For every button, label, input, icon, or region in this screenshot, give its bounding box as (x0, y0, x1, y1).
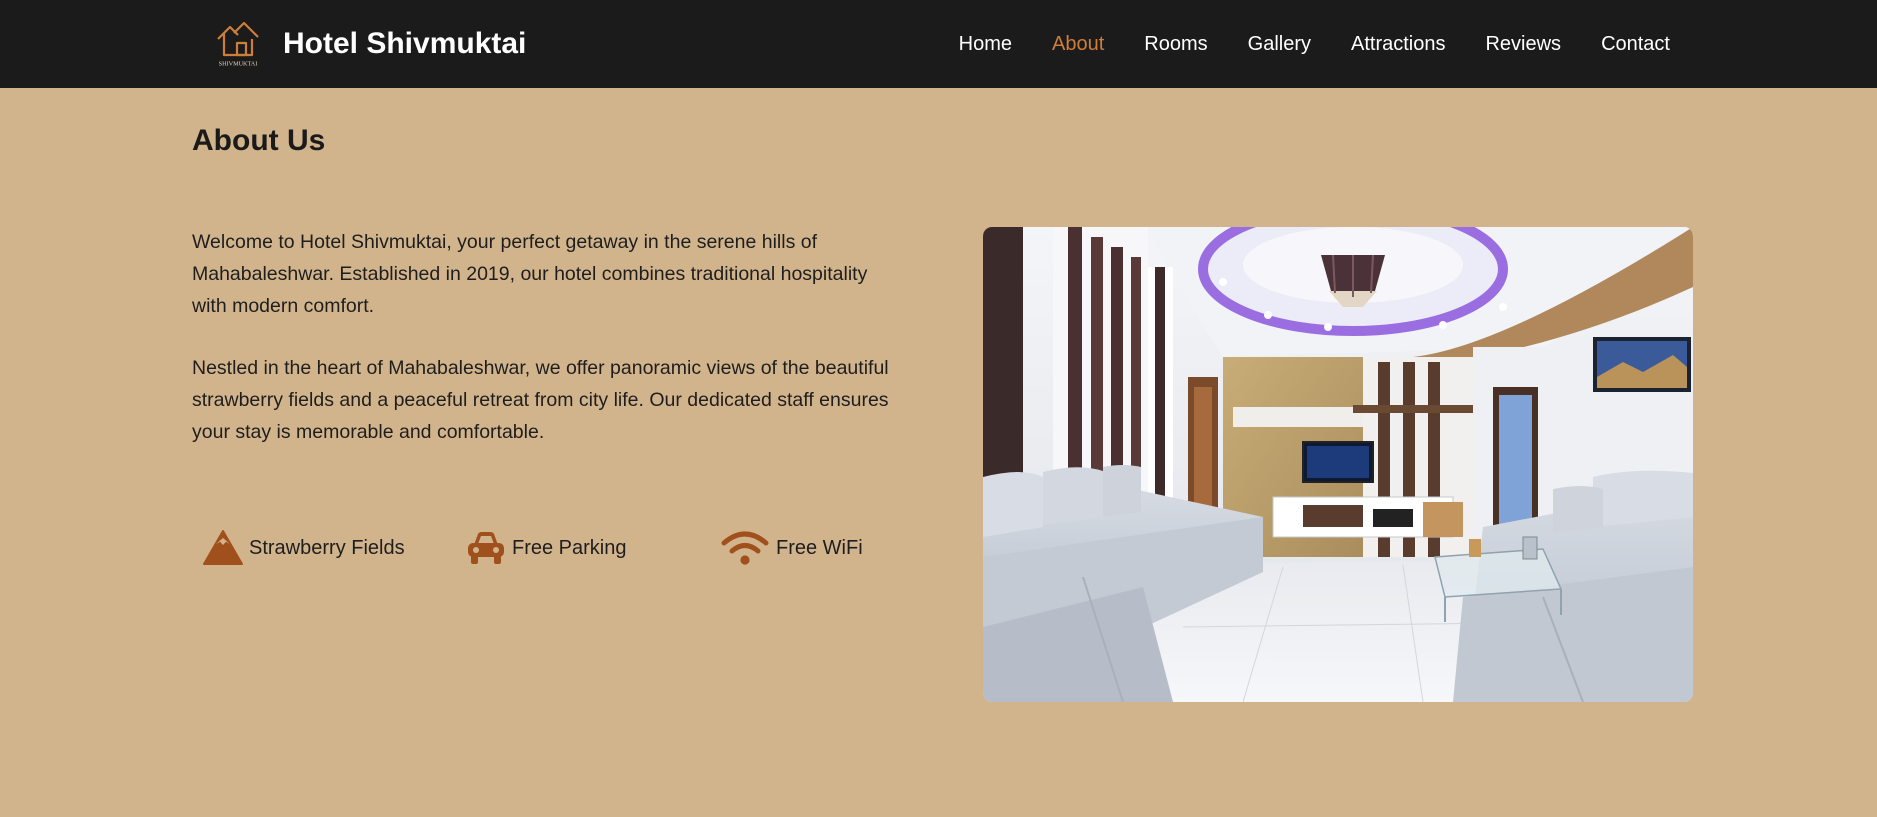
logo-text: SHIVMUKTAI (219, 61, 258, 68)
house-logo-icon: SHIVMUKTAI (217, 21, 259, 68)
hotel-lounge-photo (983, 227, 1693, 702)
feature-list: Strawberry Fields Free Parking Free WiFi (200, 518, 900, 578)
nav-reviews[interactable]: Reviews (1485, 33, 1561, 56)
lounge-illustration (983, 227, 1693, 702)
feature-label: Free Parking (512, 536, 627, 559)
car-icon (468, 532, 504, 564)
main-nav: Home About Rooms Gallery Attractions Rev… (919, 0, 1670, 88)
nav-attractions[interactable]: Attractions (1351, 33, 1445, 56)
mountain-icon (203, 530, 243, 565)
section-title: About Us (192, 124, 326, 157)
brand-name[interactable]: Hotel Shivmuktai (283, 27, 526, 61)
feature-strawberry-fields: Strawberry Fields (202, 518, 405, 578)
nav-contact[interactable]: Contact (1601, 33, 1670, 56)
brand[interactable]: SHIVMUKTAI Hotel Shivmuktai (213, 16, 526, 72)
feature-free-parking: Free Parking (465, 518, 627, 578)
feature-label: Strawberry Fields (249, 536, 405, 559)
nav-home[interactable]: Home (959, 33, 1012, 56)
about-paragraph-2: Nestled in the heart of Mahabaleshwar, w… (192, 357, 889, 443)
about-text: Welcome to Hotel Shivmuktai, your perfec… (192, 226, 902, 478)
wifi-icon (721, 531, 769, 565)
feature-free-wifi: Free WiFi (719, 518, 863, 578)
navbar: SHIVMUKTAI Hotel Shivmuktai Home About R… (0, 0, 1877, 88)
feature-label: Free WiFi (776, 536, 863, 559)
nav-gallery[interactable]: Gallery (1248, 33, 1311, 56)
nav-rooms[interactable]: Rooms (1144, 33, 1207, 56)
about-paragraph-1: Welcome to Hotel Shivmuktai, your perfec… (192, 231, 868, 317)
nav-about[interactable]: About (1052, 33, 1104, 56)
